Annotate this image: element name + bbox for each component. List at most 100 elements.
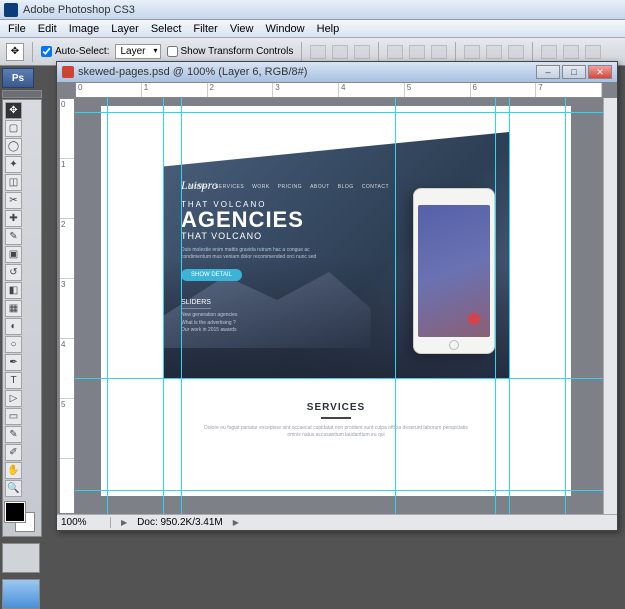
services-section: SERVICES Dolore eu fugiat pariatur excep… xyxy=(163,378,509,480)
vertical-ruler[interactable]: 0 1 2 3 4 5 xyxy=(59,98,75,514)
dodge-tool[interactable]: ○ xyxy=(5,336,22,353)
gradient-tool[interactable]: ▦ xyxy=(5,300,22,317)
menu-view[interactable]: View xyxy=(224,23,260,35)
design-artwork: Luispro HOME SERVICES WORK PRICING ABOUT… xyxy=(163,132,509,480)
guide-vertical[interactable] xyxy=(509,98,510,514)
close-button[interactable]: ✕ xyxy=(588,65,612,79)
guide-horizontal[interactable] xyxy=(75,378,603,379)
marquee-tool[interactable]: ▢ xyxy=(5,120,22,137)
hero-text: THAT VOLCANO AGENCIES THAT VOLCANO Duis … xyxy=(181,200,331,335)
menu-image[interactable]: Image xyxy=(63,23,106,35)
align-left-icon[interactable] xyxy=(387,45,403,59)
app-title: Adobe Photoshop CS3 xyxy=(23,4,135,16)
color-swatches[interactable] xyxy=(5,502,39,534)
ruler-tick: 4 xyxy=(60,339,74,399)
distribute-top-icon[interactable] xyxy=(464,45,480,59)
show-transform-label: Show Transform Controls xyxy=(181,46,294,57)
maximize-button[interactable]: □ xyxy=(562,65,586,79)
eraser-tool[interactable]: ◧ xyxy=(5,282,22,299)
guide-vertical[interactable] xyxy=(163,98,164,514)
ruler-tick: 7 xyxy=(536,83,602,97)
separator xyxy=(32,42,33,62)
pen-tool[interactable]: ✒ xyxy=(5,354,22,371)
brush-tool[interactable]: ✎ xyxy=(5,228,22,245)
move-tool[interactable]: ✥ xyxy=(5,102,22,119)
shape-tool[interactable]: ▭ xyxy=(5,408,22,425)
ruler-tick: 3 xyxy=(273,83,339,97)
heal-tool[interactable]: ✚ xyxy=(5,210,22,227)
quick-mask-panel[interactable] xyxy=(2,543,40,573)
type-tool[interactable]: T xyxy=(5,372,22,389)
menu-filter[interactable]: Filter xyxy=(187,23,223,35)
zoom-tool[interactable]: 🔍 xyxy=(5,480,22,497)
sliders-title: SLIDERS xyxy=(181,299,211,309)
wand-tool[interactable]: ✦ xyxy=(5,156,22,173)
guide-vertical[interactable] xyxy=(181,98,182,514)
distribute-hcenter-icon[interactable] xyxy=(563,45,579,59)
minimize-button[interactable]: – xyxy=(536,65,560,79)
canvas[interactable]: Luispro HOME SERVICES WORK PRICING ABOUT… xyxy=(101,106,571,496)
horizontal-ruler[interactable]: 0 1 2 3 4 5 6 7 xyxy=(75,82,603,98)
blur-tool[interactable]: ◐ xyxy=(5,318,22,335)
ruler-tick: 3 xyxy=(60,279,74,339)
notes-tool[interactable]: ✎ xyxy=(5,426,22,443)
status-menu-icon[interactable]: ▶ xyxy=(121,518,127,527)
auto-select-checkbox[interactable]: Auto-Select: xyxy=(41,46,109,57)
ps-logo-tab[interactable]: Ps xyxy=(2,68,34,88)
guide-vertical[interactable] xyxy=(107,98,108,514)
path-tool[interactable]: ▷ xyxy=(5,390,22,407)
menu-select[interactable]: Select xyxy=(145,23,188,35)
menu-edit[interactable]: Edit xyxy=(32,23,63,35)
document-statusbar: 100% ▶ Doc: 950.2K/3.41M ▶ xyxy=(57,514,617,530)
guide-vertical[interactable] xyxy=(395,98,396,514)
distribute-right-icon[interactable] xyxy=(585,45,601,59)
services-title: SERVICES xyxy=(163,402,509,413)
separator xyxy=(378,42,379,62)
divider xyxy=(321,417,351,419)
zoom-level[interactable]: 100% xyxy=(61,517,111,528)
auto-select-input[interactable] xyxy=(41,46,52,57)
workspace: Ps ✥ ▢ ◯ ✦ ◫ ✂ ✚ ✎ ▣ ↺ ◧ ▦ ◐ ○ ✒ T ▷ ▭ ✎… xyxy=(0,66,625,534)
hand-tool[interactable]: ✋ xyxy=(5,462,22,479)
toolbox: ✥ ▢ ◯ ✦ ◫ ✂ ✚ ✎ ▣ ↺ ◧ ▦ ◐ ○ ✒ T ▷ ▭ ✎ ✐ … xyxy=(2,99,42,537)
canvas-viewport[interactable]: Luispro HOME SERVICES WORK PRICING ABOUT… xyxy=(75,98,603,514)
stamp-tool[interactable]: ▣ xyxy=(5,246,22,263)
hero-section: Luispro HOME SERVICES WORK PRICING ABOUT… xyxy=(163,132,509,378)
distribute-left-icon[interactable] xyxy=(541,45,557,59)
lasso-tool[interactable]: ◯ xyxy=(5,138,22,155)
align-right-icon[interactable] xyxy=(431,45,447,59)
separator xyxy=(455,42,456,62)
align-vcenter-icon[interactable] xyxy=(332,45,348,59)
align-hcenter-icon[interactable] xyxy=(409,45,425,59)
crop-tool[interactable]: ◫ xyxy=(5,174,22,191)
align-bottom-icon[interactable] xyxy=(354,45,370,59)
guide-vertical[interactable] xyxy=(565,98,566,514)
ruler-tick: 1 xyxy=(60,159,74,219)
history-brush-tool[interactable]: ↺ xyxy=(5,264,22,281)
slice-tool[interactable]: ✂ xyxy=(5,192,22,209)
auto-select-dropdown[interactable]: Layer xyxy=(115,44,160,59)
align-top-icon[interactable] xyxy=(310,45,326,59)
status-menu-icon[interactable]: ▶ xyxy=(233,518,239,527)
menu-window[interactable]: Window xyxy=(260,23,311,35)
menu-file[interactable]: File xyxy=(2,23,32,35)
eyedropper-tool[interactable]: ✐ xyxy=(5,444,22,461)
screen-mode-panel[interactable] xyxy=(2,579,40,609)
guide-horizontal[interactable] xyxy=(75,112,603,113)
vertical-scrollbar[interactable] xyxy=(603,98,617,514)
foreground-color[interactable] xyxy=(5,502,25,522)
menu-help[interactable]: Help xyxy=(311,23,346,35)
toolbox-handle[interactable] xyxy=(2,90,42,98)
move-tool-icon[interactable]: ✥ xyxy=(6,43,24,61)
menu-layer[interactable]: Layer xyxy=(105,23,145,35)
guide-vertical[interactable] xyxy=(495,98,496,514)
document-titlebar[interactable]: skewed-pages.psd @ 100% (Layer 6, RGB/8#… xyxy=(57,62,617,82)
guide-horizontal[interactable] xyxy=(75,490,603,491)
show-transform-checkbox[interactable]: Show Transform Controls xyxy=(167,46,294,57)
distribute-vcenter-icon[interactable] xyxy=(486,45,502,59)
nav-item: BLOG xyxy=(338,184,354,190)
distribute-bottom-icon[interactable] xyxy=(508,45,524,59)
window-controls: – □ ✕ xyxy=(536,65,612,79)
doc-icon xyxy=(62,66,74,78)
show-transform-input[interactable] xyxy=(167,46,178,57)
